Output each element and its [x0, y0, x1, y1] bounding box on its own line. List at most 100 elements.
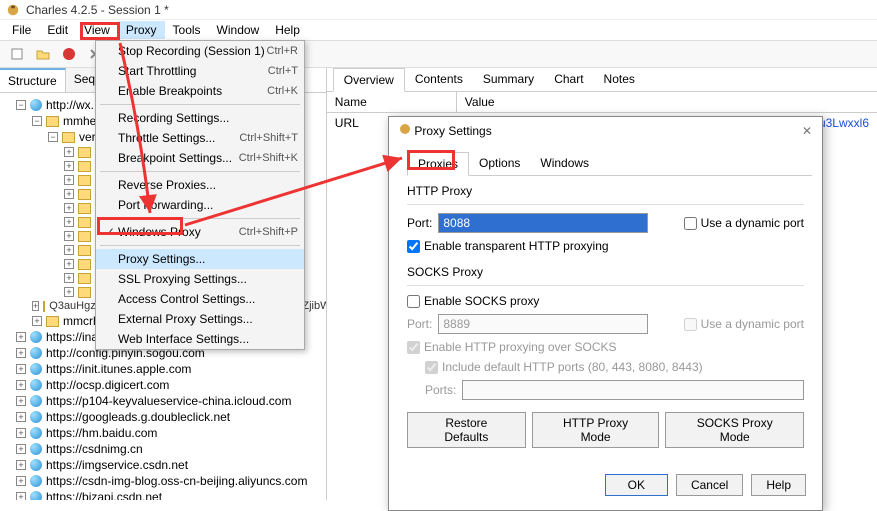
help-button[interactable]: Help [751, 474, 806, 496]
expander-icon[interactable]: + [64, 217, 74, 227]
menu-edit[interactable]: Edit [39, 21, 76, 39]
expander-icon[interactable]: − [16, 100, 26, 110]
close-icon[interactable]: ✕ [802, 124, 812, 138]
expander-icon[interactable]: + [64, 203, 74, 213]
tree-host[interactable]: http://ocsp.digicert.com [46, 378, 169, 392]
record-button[interactable] [58, 43, 80, 65]
expander-icon[interactable]: + [16, 460, 26, 470]
tab-chart[interactable]: Chart [544, 68, 593, 91]
menubar[interactable]: File Edit View Proxy Tools Window Help [0, 20, 877, 40]
expander-icon[interactable]: + [16, 444, 26, 454]
expander-icon[interactable]: + [64, 287, 74, 297]
menuitem-breakpoint-settings[interactable]: Breakpoint Settings...Ctrl+Shift+K [96, 148, 304, 168]
menuitem-access-control-settings[interactable]: Access Control Settings... [96, 289, 304, 309]
label: Enable HTTP proxying over SOCKS [424, 340, 617, 354]
menu-proxy[interactable]: Proxy [118, 21, 165, 39]
tree-host[interactable]: https://csdn-img-blog.oss-cn-beijing.ali… [46, 474, 307, 488]
menuitem-recording-settings[interactable]: Recording Settings... [96, 108, 304, 128]
menuitem-ssl-proxying-settings[interactable]: SSL Proxying Settings... [96, 269, 304, 289]
menuitem-enable-breakpoints[interactable]: Enable BreakpointsCtrl+K [96, 81, 304, 101]
port-label: Port: [407, 216, 432, 230]
tab-windows[interactable]: Windows [530, 152, 599, 175]
expander-icon[interactable]: + [64, 161, 74, 171]
menu-file[interactable]: File [4, 21, 39, 39]
expander-icon[interactable]: + [16, 396, 26, 406]
tab-contents[interactable]: Contents [405, 68, 473, 91]
tree-host[interactable]: https://hm.baidu.com [46, 426, 157, 440]
menu-help[interactable]: Help [267, 21, 308, 39]
tree-host[interactable]: https://init.itunes.apple.com [46, 362, 191, 376]
open-button[interactable] [32, 43, 54, 65]
group-title: HTTP Proxy [407, 184, 804, 198]
tree-host[interactable]: http://wx. [46, 98, 94, 112]
http-proxy-mode-button[interactable]: HTTP Proxy Mode [532, 412, 660, 448]
dialog-tabs[interactable]: Proxies Options Windows [407, 152, 812, 176]
expander-icon[interactable]: + [16, 476, 26, 486]
label: Enable transparent HTTP proxying [424, 239, 609, 253]
expander-icon[interactable]: + [16, 380, 26, 390]
menuitem-web-interface-settings[interactable]: Web Interface Settings... [96, 329, 304, 349]
globe-icon [30, 395, 42, 407]
menuitem-proxy-settings[interactable]: Proxy Settings... [96, 249, 304, 269]
menuitem-port-forwarding[interactable]: Port Forwarding... [96, 195, 304, 215]
menuitem-start-throttling[interactable]: Start ThrottlingCtrl+T [96, 61, 304, 81]
col-value[interactable]: Value [457, 92, 503, 112]
expander-icon[interactable]: + [16, 332, 26, 342]
cancel-button[interactable]: Cancel [676, 474, 743, 496]
socks-enable-checkbox[interactable] [407, 295, 420, 308]
tree-folder[interactable]: ver [79, 130, 96, 144]
menu-view[interactable]: View [76, 21, 118, 39]
right-tabs[interactable]: Overview Contents Summary Chart Notes [327, 68, 877, 92]
expander-icon[interactable]: + [32, 316, 42, 326]
app-icon [6, 3, 20, 17]
tree-host[interactable]: https://csdnimg.cn [46, 442, 143, 456]
globe-icon [30, 99, 42, 111]
tab-notes[interactable]: Notes [594, 68, 645, 91]
expander-icon[interactable]: + [16, 412, 26, 422]
ok-button[interactable]: OK [605, 474, 668, 496]
tab-overview[interactable]: Overview [333, 68, 405, 92]
expander-icon[interactable]: + [64, 231, 74, 241]
tree-host[interactable]: https://imgservice.csdn.net [46, 458, 188, 472]
expander-icon[interactable]: + [64, 175, 74, 185]
socks-proxy-mode-button[interactable]: SOCKS Proxy Mode [665, 412, 804, 448]
shortcut: Ctrl+R [267, 45, 298, 57]
expander-icon[interactable]: + [16, 364, 26, 374]
expander-icon[interactable]: + [64, 259, 74, 269]
tree-host[interactable]: https://p104-keyvalueservice-china.iclou… [46, 394, 291, 408]
tab-structure[interactable]: Structure [0, 68, 66, 92]
tab-summary[interactable]: Summary [473, 68, 544, 91]
folder-icon [62, 132, 75, 143]
socks-port-input [438, 314, 648, 334]
expander-icon[interactable]: − [32, 116, 42, 126]
menuitem-stop-recording-session[interactable]: Stop Recording (Session 1)Ctrl+R [96, 41, 304, 61]
expander-icon[interactable]: − [48, 132, 58, 142]
window-titlebar: Charles 4.2.5 - Session 1 * [0, 0, 877, 20]
new-session-button[interactable] [6, 43, 28, 65]
expander-icon[interactable]: + [64, 245, 74, 255]
proxy-menu[interactable]: Stop Recording (Session 1)Ctrl+RStart Th… [95, 40, 305, 350]
menu-tools[interactable]: Tools [165, 21, 209, 39]
tab-options[interactable]: Options [469, 152, 530, 175]
expander-icon[interactable]: + [64, 273, 74, 283]
menuitem-external-proxy-settings[interactable]: External Proxy Settings... [96, 309, 304, 329]
expander-icon[interactable]: + [16, 492, 26, 500]
http-dynamic-checkbox[interactable] [684, 217, 697, 230]
tab-proxies[interactable]: Proxies [407, 152, 469, 176]
menuitem-reverse-proxies[interactable]: Reverse Proxies... [96, 175, 304, 195]
menuitem-windows-proxy[interactable]: ✓Windows ProxyCtrl+Shift+P [96, 222, 304, 242]
http-port-input[interactable] [438, 213, 648, 233]
expander-icon[interactable]: + [32, 301, 39, 311]
folder-icon [78, 175, 91, 186]
menuitem-throttle-settings[interactable]: Throttle Settings...Ctrl+Shift+T [96, 128, 304, 148]
col-name[interactable]: Name [327, 92, 457, 112]
tree-host[interactable]: https://googleads.g.doubleclick.net [46, 410, 230, 424]
menu-window[interactable]: Window [209, 21, 268, 39]
expander-icon[interactable]: + [16, 348, 26, 358]
restore-defaults-button[interactable]: Restore Defaults [407, 412, 526, 448]
expander-icon[interactable]: + [64, 189, 74, 199]
http-transparent-checkbox[interactable] [407, 240, 420, 253]
expander-icon[interactable]: + [16, 428, 26, 438]
tree-host[interactable]: https://bizapi.csdn.net [46, 490, 162, 500]
expander-icon[interactable]: + [64, 147, 74, 157]
